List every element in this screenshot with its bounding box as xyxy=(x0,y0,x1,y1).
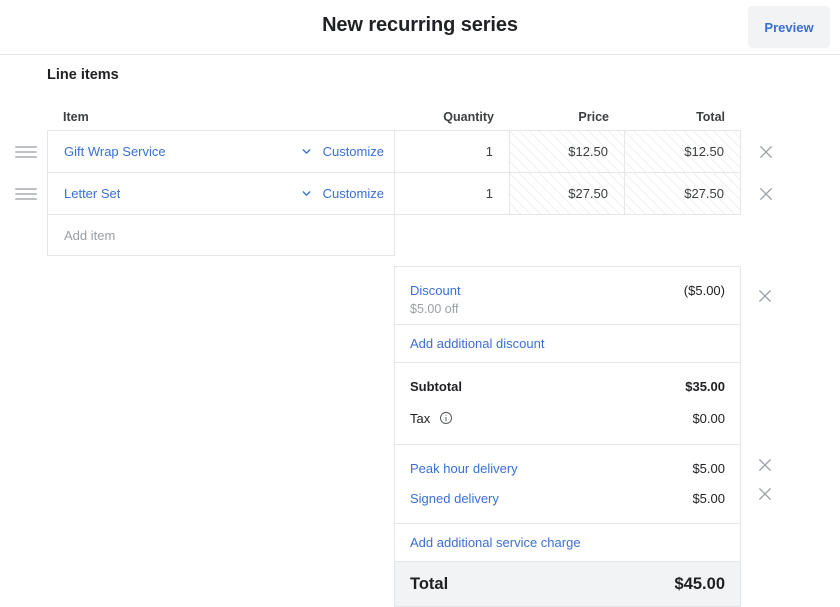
remove-row-icon[interactable] xyxy=(757,143,775,161)
grand-total-value: $45.00 xyxy=(674,574,725,593)
table-header-row: Item Quantity Price Total xyxy=(47,95,741,131)
quantity-cell[interactable]: 1 xyxy=(395,131,510,172)
tax-value: $0.00 xyxy=(692,411,725,426)
service-charge-row: Signed delivery $5.00 xyxy=(395,484,771,514)
info-icon[interactable] xyxy=(439,406,453,436)
add-item-input[interactable]: Add item xyxy=(64,228,115,243)
drag-handle-icon[interactable] xyxy=(15,143,37,161)
item-cell: Gift Wrap Service Customize xyxy=(47,131,395,172)
grand-total-row: Total $45.00 xyxy=(395,561,740,606)
tax-label: Tax xyxy=(410,411,431,426)
subtotal-value: $35.00 xyxy=(685,379,725,394)
table-row: Letter Set Customize 1 $27.50 $27.50 xyxy=(15,173,772,215)
service-charge-value: $5.00 xyxy=(692,491,725,506)
add-additional-service-charge-link[interactable]: Add additional service charge xyxy=(395,524,740,561)
drag-handle-line xyxy=(15,187,37,190)
column-header-item: Item xyxy=(63,110,89,124)
preview-button[interactable]: Preview xyxy=(748,6,830,48)
grand-total-label: Total xyxy=(410,574,449,593)
line-items-section-title: Line items xyxy=(47,67,119,83)
chevron-down-icon[interactable] xyxy=(300,187,313,200)
customize-link[interactable]: Customize xyxy=(323,144,384,159)
remove-row-icon[interactable] xyxy=(757,185,775,203)
discount-block: Discount ($5.00) $5.00 off xyxy=(395,266,771,324)
drag-handle-icon[interactable] xyxy=(15,185,37,203)
drag-handle-line xyxy=(15,145,37,148)
service-charge-row: Peak hour delivery $5.00 xyxy=(395,454,771,484)
remove-service-charge-icon[interactable] xyxy=(756,484,774,502)
column-header-price: Price xyxy=(578,110,609,124)
price-cell: $27.50 xyxy=(510,173,625,214)
subtotal-label: Subtotal xyxy=(410,379,462,394)
item-select[interactable]: Letter Set xyxy=(64,186,323,201)
order-summary-panel: Discount ($5.00) $5.00 off Add additiona… xyxy=(394,266,771,607)
add-discount-block: Add additional discount xyxy=(395,324,740,362)
item-name[interactable]: Gift Wrap Service xyxy=(64,144,166,159)
item-select[interactable]: Gift Wrap Service xyxy=(64,144,323,159)
line-items-table: Item Quantity Price Total Gift Wrap Serv… xyxy=(15,95,772,256)
drag-handle-line xyxy=(15,150,37,153)
totals-block: Subtotal $35.00 Tax $0.00 xyxy=(395,362,740,444)
app-header: New recurring series Preview xyxy=(0,0,840,55)
page-title: New recurring series xyxy=(322,14,518,36)
subtotal-row: Subtotal $35.00 xyxy=(395,372,740,402)
total-cell: $27.50 xyxy=(625,173,741,214)
tax-row: Tax $0.00 xyxy=(395,404,740,434)
service-charge-label[interactable]: Peak hour delivery xyxy=(410,454,518,484)
add-item-row[interactable]: Add item xyxy=(47,215,395,256)
add-additional-discount-link[interactable]: Add additional discount xyxy=(395,325,740,362)
discount-value: ($5.00) xyxy=(683,283,725,298)
drag-handle-line xyxy=(15,155,37,158)
total-cell: $12.50 xyxy=(625,131,741,172)
price-cell: $12.50 xyxy=(510,131,625,172)
service-charge-label[interactable]: Signed delivery xyxy=(410,484,499,514)
remove-service-charge-icon[interactable] xyxy=(756,455,774,473)
table-row: Gift Wrap Service Customize 1 $12.50 $12… xyxy=(15,131,772,173)
drag-handle-line xyxy=(15,192,37,195)
column-header-total: Total xyxy=(696,110,725,124)
customize-link[interactable]: Customize xyxy=(323,186,384,201)
tax-label-group: Tax xyxy=(410,404,453,436)
column-header-quantity: Quantity xyxy=(443,110,494,124)
add-service-charge-block: Add additional service charge xyxy=(395,523,740,561)
chevron-down-icon[interactable] xyxy=(300,145,313,158)
service-charges-block: Peak hour delivery $5.00 Signed delivery… xyxy=(395,444,771,523)
item-cell: Letter Set Customize xyxy=(47,173,395,214)
remove-discount-icon[interactable] xyxy=(756,287,774,305)
quantity-cell[interactable]: 1 xyxy=(395,173,510,214)
item-name[interactable]: Letter Set xyxy=(64,186,120,201)
service-charge-value: $5.00 xyxy=(692,461,725,476)
drag-handle-line xyxy=(15,197,37,200)
